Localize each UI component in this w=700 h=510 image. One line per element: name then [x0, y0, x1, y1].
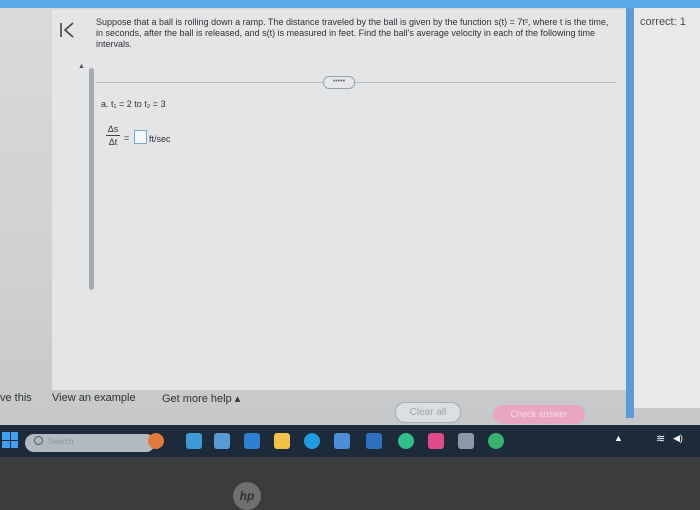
side-pane — [634, 8, 700, 408]
tray-chevron-up-icon[interactable]: ▲ — [614, 433, 623, 443]
wifi-icon[interactable]: ≋ — [656, 432, 665, 445]
clear-all-button[interactable]: Clear all — [395, 402, 461, 423]
app-icon-2[interactable] — [186, 433, 202, 449]
view-example-link[interactable]: View an example — [52, 392, 136, 404]
delta-fraction: Δs Δt — [106, 124, 120, 147]
expand-question-button[interactable]: ••••• — [323, 76, 355, 89]
app-icon-5[interactable] — [366, 433, 382, 449]
get-more-help-link[interactable]: Get more help ▴ — [162, 392, 240, 405]
hp-logo: hp — [233, 482, 261, 510]
app-icon-3[interactable] — [214, 433, 230, 449]
fraction-numerator: Δs — [106, 124, 120, 136]
pane-divider[interactable] — [626, 8, 634, 418]
browser-icon[interactable] — [304, 433, 320, 449]
solve-this-link[interactable]: ve this — [0, 392, 32, 404]
answer-input[interactable] — [134, 130, 147, 144]
app-icon-1[interactable] — [148, 433, 164, 449]
back-to-start-icon[interactable] — [58, 20, 78, 40]
fraction-denominator: Δt — [108, 137, 118, 147]
app-icon-7[interactable] — [428, 433, 444, 449]
correct-count: correct: 1 — [640, 16, 686, 28]
file-explorer-icon[interactable] — [274, 433, 290, 449]
search-icon — [34, 436, 43, 445]
app-icon-9[interactable] — [488, 433, 504, 449]
question-text: Suppose that a ball is rolling down a ra… — [96, 17, 609, 49]
equals-sign: = — [124, 133, 130, 143]
app-icon-8[interactable] — [458, 433, 474, 449]
scrollbar[interactable] — [89, 68, 94, 290]
app-icon-6[interactable] — [398, 433, 414, 449]
app-icon-4[interactable] — [244, 433, 260, 449]
check-answer-button[interactable]: Check answer — [493, 405, 585, 424]
unit-label: ft/sec — [149, 134, 171, 144]
windows-start-icon[interactable] — [2, 432, 18, 448]
question-panel — [52, 10, 627, 390]
taskbar-search-input[interactable] — [25, 434, 155, 452]
scroll-up-arrow-icon[interactable]: ▲ — [78, 63, 85, 70]
search-placeholder: Search — [48, 437, 74, 446]
store-icon[interactable] — [334, 433, 350, 449]
screen: correct: 1 Suppose that a ball is rollin… — [0, 0, 700, 425]
speaker-icon[interactable]: ◀) — [673, 433, 683, 444]
separator — [96, 82, 616, 83]
browser-top-strip — [0, 0, 700, 8]
part-a-label: a. t₁ = 2 to t₂ = 3 — [101, 99, 166, 109]
